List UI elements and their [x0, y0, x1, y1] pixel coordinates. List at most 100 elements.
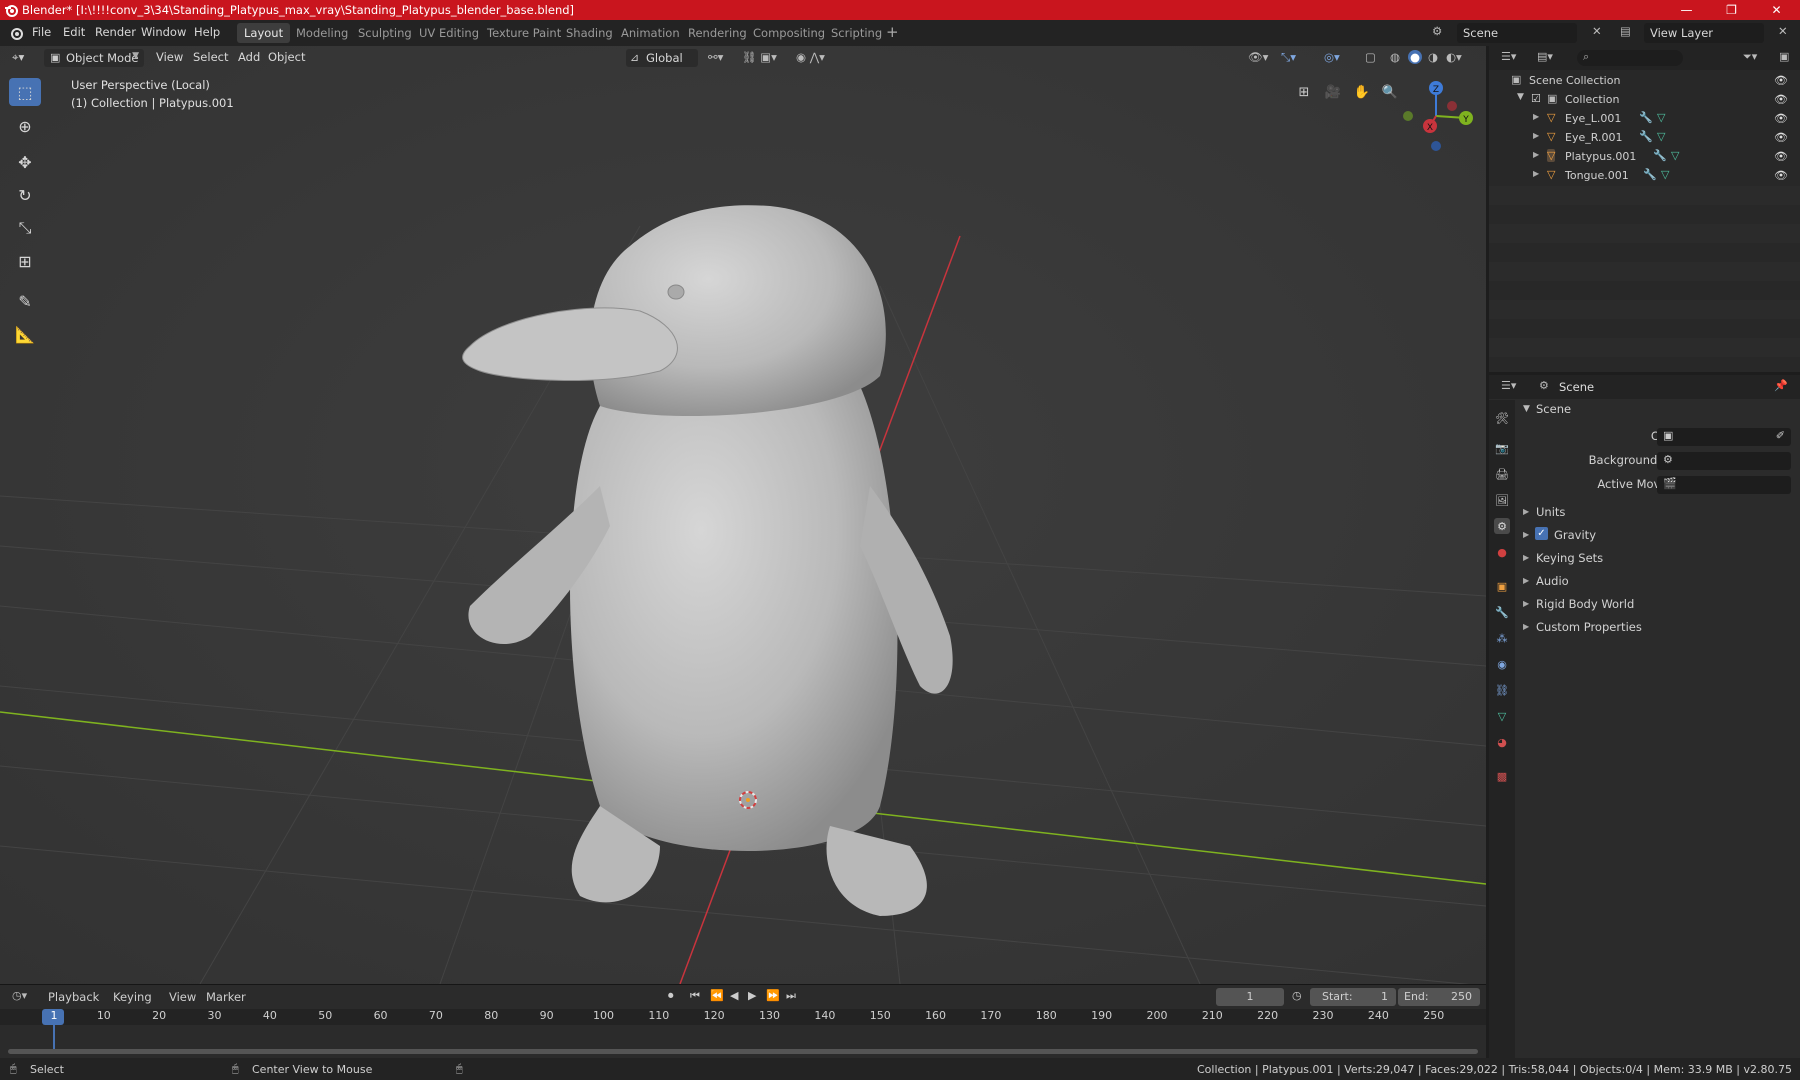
overlay-toggle-icon[interactable]: ◎▾ [1324, 50, 1340, 64]
pivot-icon[interactable]: ⚯▾ [708, 50, 723, 64]
pan-view-icon[interactable]: ✋ [1350, 80, 1374, 104]
annotate-tool[interactable]: ✎ [9, 287, 41, 315]
cursor-tool[interactable]: ⊕ [9, 112, 41, 140]
xray-icon[interactable]: ▢ [1365, 50, 1376, 64]
render-tab-icon[interactable]: 📷 [1494, 440, 1510, 456]
outliner-row-tongue[interactable]: ▶ ▽ Tongue.001 🔧 ▽ 👁 [1489, 166, 1800, 185]
next-keyframe-icon[interactable]: ⏩ [766, 989, 780, 1002]
texture-tab-icon[interactable]: ▩ [1494, 768, 1510, 784]
expand-arrow-icon[interactable]: ▼ [1517, 92, 1524, 102]
mode-selector[interactable]: ▣ Object Mode ▼ [44, 49, 144, 67]
expand-arrow-icon[interactable]: ▼ [1523, 404, 1530, 414]
prev-keyframe-icon[interactable]: ⏪ [710, 989, 724, 1002]
orientation-selector[interactable]: ⊿ Global [626, 49, 698, 67]
close-button[interactable]: ✕ [1754, 0, 1799, 20]
eye-icon[interactable]: 👁 [1774, 131, 1788, 144]
object-tab-icon[interactable]: ▣ [1494, 578, 1510, 594]
tab-layout[interactable]: Layout [237, 23, 291, 43]
constraints-tab-icon[interactable]: ⛓ [1494, 682, 1510, 698]
eye-icon[interactable]: 👁 [1774, 169, 1788, 182]
expand-arrow-icon[interactable]: ▶ [1523, 576, 1529, 585]
rendered-shading-icon[interactable]: ◐▾ [1446, 50, 1462, 64]
outliner-row-platypus[interactable]: ▶ ▽ Platypus.001 🔧 ▽ 👁 [1489, 147, 1800, 166]
particles-tab-icon[interactable]: ⁂ [1494, 630, 1510, 646]
outliner-row-eye-r[interactable]: ▶ ▽ Eye_R.001 🔧 ▽ 👁 [1489, 128, 1800, 147]
tab-sculpting[interactable]: Sculpting [351, 23, 419, 43]
current-frame-field[interactable]: 1 [1216, 988, 1284, 1006]
background-scene-field[interactable]: ⚙ [1657, 452, 1791, 470]
start-frame-field[interactable]: Start: 1 [1310, 988, 1396, 1006]
minimize-button[interactable]: — [1664, 0, 1709, 20]
snap-icon[interactable]: ⛓ ▣▾ [742, 50, 777, 64]
outliner-row-scene-collection[interactable]: ▣ Scene Collection 👁 [1489, 71, 1800, 90]
pin-icon[interactable]: 📌 [1774, 379, 1788, 392]
measure-tool[interactable]: 📐 [9, 320, 41, 348]
scene-delete-icon[interactable]: ✕ [1592, 24, 1602, 38]
expand-arrow-icon[interactable]: ▶ [1523, 530, 1529, 539]
tab-rendering[interactable]: Rendering [681, 23, 754, 43]
menu-add[interactable]: Add [238, 50, 260, 64]
scale-tool[interactable]: ⤡ [9, 214, 41, 242]
3d-viewport[interactable] [0, 46, 1486, 984]
expand-arrow-icon[interactable]: ▶ [1523, 599, 1529, 608]
tab-texture-paint[interactable]: Texture Paint [480, 23, 568, 43]
filter-icon[interactable]: ⏷▾ [1743, 50, 1757, 64]
modifier-tab-icon[interactable]: 🔧 [1494, 604, 1510, 620]
proportional-edit-icon[interactable]: ◉ ⋀▾ [796, 50, 825, 64]
keying-sets-section[interactable]: Keying Sets [1536, 551, 1603, 565]
expand-arrow-icon[interactable]: ▶ [1523, 507, 1529, 516]
view-layer-selector[interactable]: View Layer [1644, 23, 1764, 43]
add-workspace-button[interactable]: + [886, 23, 899, 41]
rotate-tool[interactable]: ↻ [9, 181, 41, 209]
physics-tab-icon[interactable]: ◉ [1494, 656, 1510, 672]
play-reverse-icon[interactable]: ◀ [730, 989, 738, 1002]
timeline-editor-icon[interactable]: ◷▾ [12, 989, 27, 1002]
eye-icon[interactable]: 👁 [1774, 150, 1788, 163]
tool-tab-icon[interactable]: 🛠 [1494, 410, 1510, 426]
outliner-row-eye-l[interactable]: ▶ ▽ Eye_L.001 🔧 ▽ 👁 [1489, 109, 1800, 128]
rigid-body-world-section[interactable]: Rigid Body World [1536, 597, 1634, 611]
expand-arrow-icon[interactable]: ▶ [1533, 112, 1539, 121]
material-tab-icon[interactable]: ◕ [1494, 734, 1510, 750]
outliner-editor-icon[interactable]: ☰▾ [1501, 50, 1516, 63]
material-shading-icon[interactable]: ◑ [1428, 50, 1438, 64]
menu-render[interactable]: Render [95, 25, 136, 39]
tab-compositing[interactable]: Compositing [746, 23, 832, 43]
tab-animation[interactable]: Animation [614, 23, 687, 43]
editor-type-icon[interactable]: ⌖▾ [12, 50, 24, 65]
eye-icon[interactable]: 👁 [1774, 112, 1788, 125]
audio-section[interactable]: Audio [1536, 574, 1569, 588]
view-layer-delete-icon[interactable]: ✕ [1778, 24, 1788, 38]
units-section[interactable]: Units [1536, 505, 1565, 519]
gravity-checkbox[interactable]: ✓ [1535, 527, 1548, 540]
tab-modeling[interactable]: Modeling [289, 23, 355, 43]
gravity-section[interactable]: Gravity [1554, 528, 1596, 542]
view-menu[interactable]: View [169, 990, 196, 1004]
outliner-search-input[interactable]: ⌕ [1577, 50, 1683, 66]
menu-help[interactable]: Help [194, 25, 220, 39]
expand-arrow-icon[interactable]: ▶ [1523, 553, 1529, 562]
timeline-scrollbar[interactable] [8, 1049, 1478, 1054]
expand-arrow-icon[interactable]: ▶ [1533, 169, 1539, 178]
properties-editor-icon[interactable]: ☰▾ [1501, 379, 1516, 392]
custom-properties-section[interactable]: Custom Properties [1536, 620, 1642, 634]
solid-shading-icon[interactable]: ● [1408, 50, 1423, 64]
play-icon[interactable]: ▶ [748, 989, 756, 1002]
end-frame-field[interactable]: End: 250 [1398, 988, 1480, 1006]
menu-view[interactable]: View [156, 50, 183, 64]
outliner-row-collection[interactable]: ▼ ☑ ▣ Collection 👁 [1489, 90, 1800, 109]
move-tool[interactable]: ✥ [9, 148, 41, 176]
playback-menu[interactable]: Playback [48, 990, 99, 1004]
eye-icon[interactable]: 👁 [1774, 74, 1788, 87]
keying-menu[interactable]: Keying [113, 990, 152, 1004]
zoom-view-icon[interactable]: 🔍 [1378, 80, 1402, 104]
camera-field[interactable]: ▣ ✐ [1657, 428, 1791, 446]
record-icon[interactable]: ⏺ [668, 989, 674, 1003]
jump-start-icon[interactable]: ⏮ [690, 989, 700, 1003]
maximize-button[interactable]: ❐ [1709, 0, 1754, 20]
tab-uv-editing[interactable]: UV Editing [412, 23, 486, 43]
eyedropper-icon[interactable]: ✐ [1776, 429, 1785, 442]
expand-arrow-icon[interactable]: ▶ [1533, 131, 1539, 140]
expand-arrow-icon[interactable]: ▶ [1523, 622, 1529, 631]
gizmo-toggle-icon[interactable]: ⤡▾ [1281, 50, 1296, 65]
